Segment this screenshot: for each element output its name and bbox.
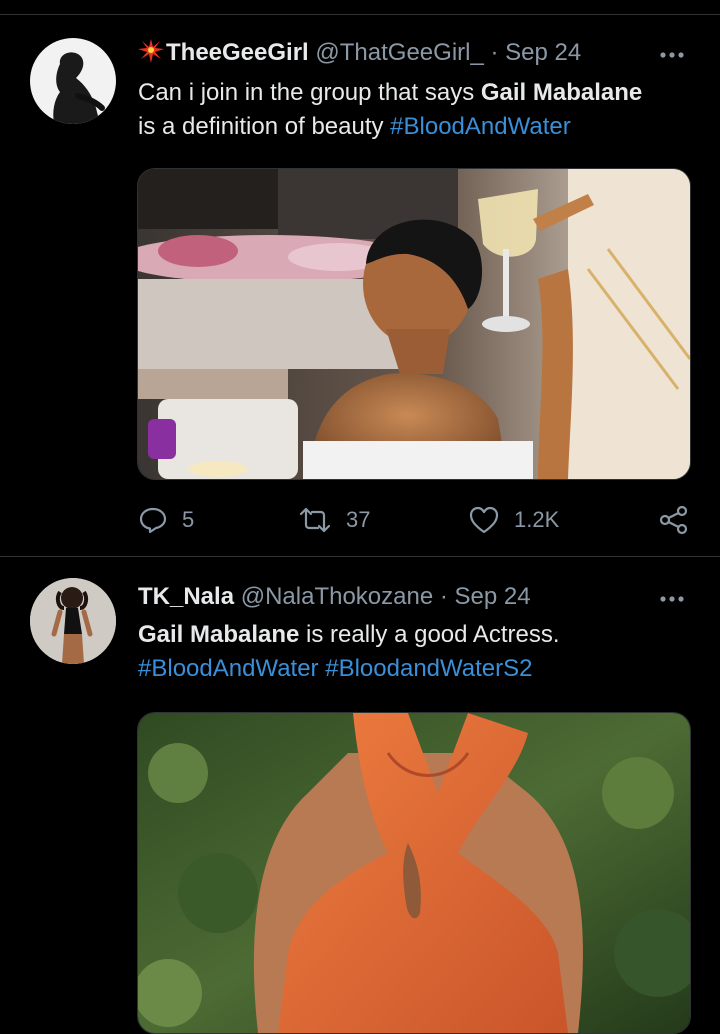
- text-segment: is a definition of beauty: [138, 113, 391, 140]
- separator: ·: [490, 39, 499, 66]
- hashtag-link[interactable]: #BloodAndWater: [390, 113, 571, 140]
- tweet-date[interactable]: Sep 24: [455, 583, 531, 610]
- user-handle[interactable]: @NalaThokozane: [241, 583, 433, 610]
- tweet-divider: [0, 556, 720, 557]
- mention-name: Gail Mabalane: [138, 621, 300, 648]
- mention-name: Gail Mabalane: [480, 79, 643, 106]
- avatar[interactable]: [30, 578, 116, 664]
- display-name[interactable]: TheeGeeGirl: [166, 39, 309, 66]
- reply-count: 5: [182, 507, 195, 532]
- tweet-actions: 5 37 1.2K: [138, 500, 690, 540]
- tweet-text: Can i join in the group that says Gail M…: [138, 76, 696, 144]
- tweet-date[interactable]: Sep 24: [505, 39, 581, 66]
- share-icon: [659, 505, 688, 535]
- tweet-photo[interactable]: [137, 712, 691, 1034]
- tweet-text: Gail Mabalane is really a good Actress. #…: [138, 618, 696, 686]
- share-button[interactable]: [658, 500, 704, 540]
- display-name[interactable]: TK_Nala: [138, 583, 234, 610]
- reply-button[interactable]: 5: [138, 500, 194, 540]
- avatar[interactable]: [30, 38, 116, 124]
- tweet[interactable]: TheeGeeGirl @ThatGeeGirl_ · Sep 24 Can i…: [0, 16, 720, 556]
- star-burst-icon: [138, 39, 164, 63]
- tweet-photo[interactable]: [137, 168, 691, 480]
- tweet-header: TK_Nala @NalaThokozane · Sep 24: [138, 582, 640, 612]
- text-segment: Can i join in the group that says: [138, 79, 481, 106]
- user-handle[interactable]: @ThatGeeGirl_: [315, 39, 483, 66]
- retweet-icon: [299, 507, 331, 533]
- like-count: 1.2K: [514, 507, 560, 532]
- tweet[interactable]: TK_Nala @NalaThokozane · Sep 24 Gail Mab…: [0, 558, 720, 1034]
- tweet-header: TheeGeeGirl @ThatGeeGirl_ · Sep 24: [138, 38, 640, 68]
- more-options-icon[interactable]: [652, 40, 692, 70]
- top-divider: [0, 14, 720, 15]
- like-button[interactable]: 1.2K: [468, 500, 559, 540]
- retweet-count: 37: [346, 507, 371, 532]
- retweet-button[interactable]: 37: [298, 500, 370, 540]
- heart-icon: [469, 506, 499, 534]
- reply-icon: [139, 507, 167, 534]
- hashtag-link[interactable]: #BloodAndWater: [138, 655, 319, 682]
- separator: ·: [439, 583, 448, 610]
- hashtag-link[interactable]: #BloodandWaterS2: [325, 655, 532, 682]
- more-options-icon[interactable]: [652, 584, 692, 614]
- text-segment: is really a good Actress.: [299, 621, 560, 648]
